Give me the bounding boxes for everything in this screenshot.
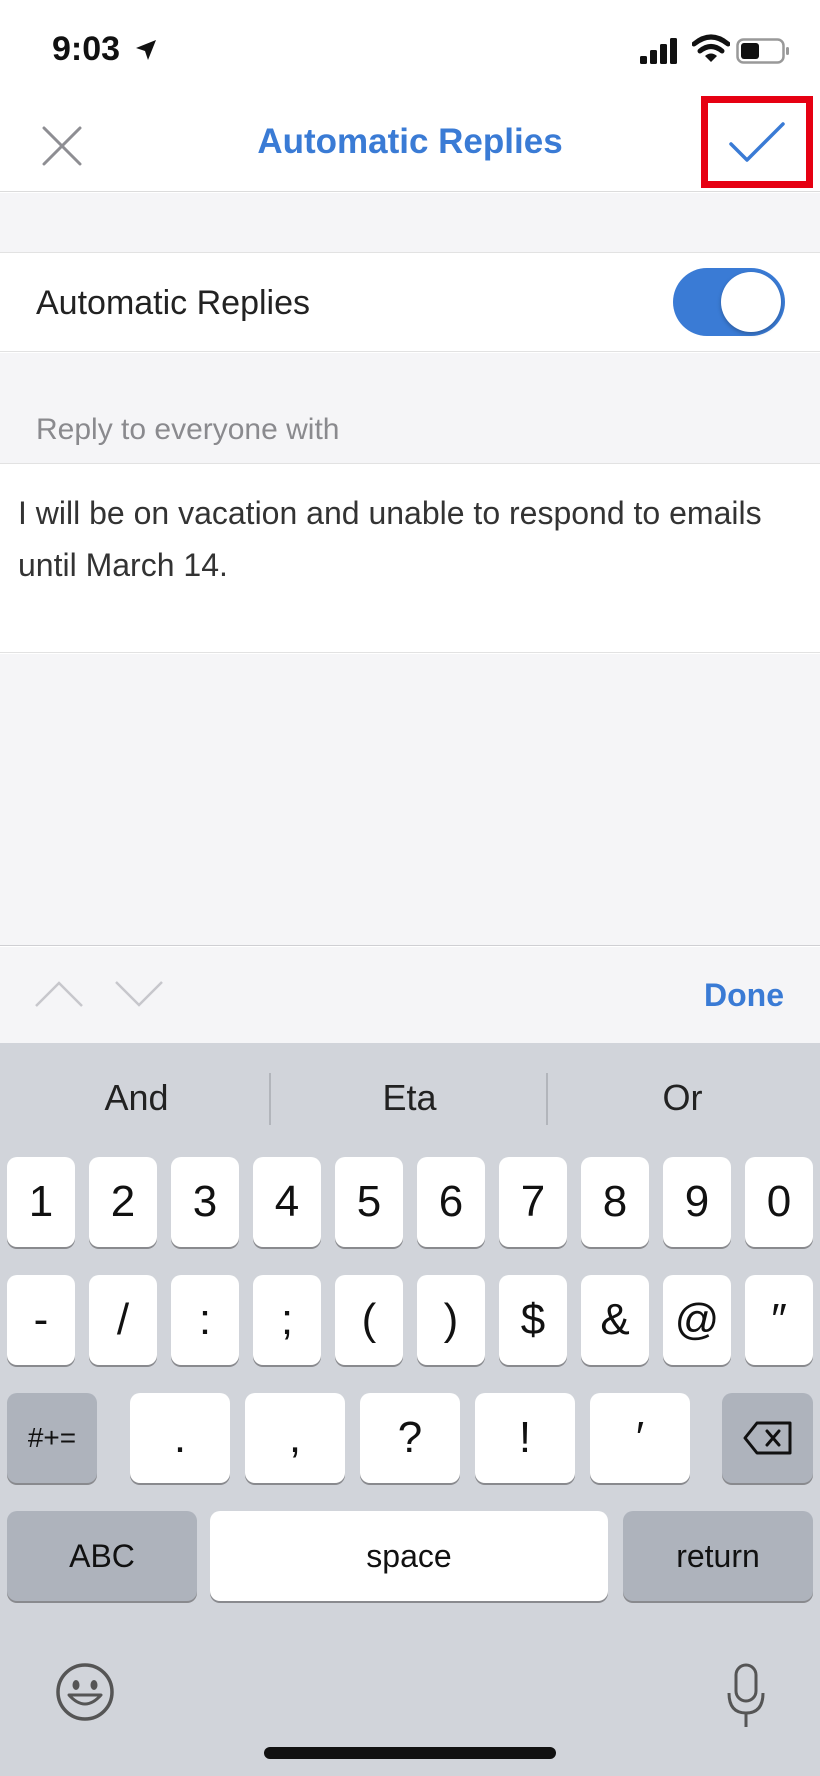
key-6[interactable]: 6 <box>417 1157 485 1247</box>
suggestion-bar: And Eta Or <box>0 1043 820 1157</box>
key-period[interactable]: . <box>130 1393 230 1483</box>
key-0[interactable]: 0 <box>745 1157 813 1247</box>
key-double-quote[interactable]: ″ <box>745 1275 813 1365</box>
section-header-area: Reply to everyone with <box>0 353 820 464</box>
section-header: Reply to everyone with <box>36 413 340 446</box>
key-hyphen[interactable]: - <box>7 1275 75 1365</box>
done-button[interactable]: Done <box>704 977 784 1014</box>
cellular-signal-icon <box>640 38 677 64</box>
key-apostrophe[interactable]: ′ <box>590 1393 690 1483</box>
keyboard-accessory-bar: Done <box>0 947 820 1043</box>
key-2[interactable]: 2 <box>89 1157 157 1247</box>
key-3[interactable]: 3 <box>171 1157 239 1247</box>
key-7[interactable]: 7 <box>499 1157 567 1247</box>
empty-area <box>0 654 820 946</box>
automatic-replies-row: Automatic Replies <box>0 254 820 352</box>
home-indicator <box>264 1747 556 1759</box>
return-key[interactable]: return <box>623 1511 813 1601</box>
wifi-icon <box>692 34 730 62</box>
status-time: 9:03 <box>52 30 121 68</box>
key-comma[interactable]: , <box>245 1393 345 1483</box>
key-9[interactable]: 9 <box>663 1157 731 1247</box>
suggestion-3[interactable]: Or <box>546 1077 819 1119</box>
key-open-paren[interactable]: ( <box>335 1275 403 1365</box>
page-title: Automatic Replies <box>257 122 563 161</box>
confirm-button[interactable] <box>701 96 813 188</box>
suggestion-2[interactable]: Eta <box>273 1077 546 1119</box>
microphone-icon[interactable] <box>726 1663 766 1729</box>
key-ampersand[interactable]: & <box>581 1275 649 1365</box>
emoji-icon[interactable] <box>54 1661 116 1723</box>
key-close-paren[interactable]: ) <box>417 1275 485 1365</box>
chevron-up-icon[interactable] <box>34 979 84 1009</box>
nav-bar: Automatic Replies <box>0 92 820 192</box>
key-question[interactable]: ? <box>360 1393 460 1483</box>
checkmark-icon <box>729 122 785 162</box>
key-4[interactable]: 4 <box>253 1157 321 1247</box>
suggestion-1[interactable]: And <box>0 1077 273 1119</box>
toggle-knob <box>721 272 781 332</box>
automatic-replies-label: Automatic Replies <box>36 284 311 322</box>
backspace-icon <box>743 1421 791 1455</box>
key-dollar[interactable]: $ <box>499 1275 567 1365</box>
suggestion-divider <box>269 1073 271 1125</box>
more-symbols-key[interactable]: #+= <box>7 1393 97 1483</box>
reply-message-input[interactable]: I will be on vacation and unable to resp… <box>0 465 820 653</box>
chevron-down-icon[interactable] <box>114 979 164 1009</box>
delete-key[interactable] <box>722 1393 813 1483</box>
abc-key[interactable]: ABC <box>7 1511 197 1601</box>
space-key[interactable]: space <box>210 1511 608 1601</box>
location-arrow-icon <box>136 40 156 60</box>
key-exclamation[interactable]: ! <box>475 1393 575 1483</box>
spacer <box>0 193 820 253</box>
key-colon[interactable]: : <box>171 1275 239 1365</box>
keyboard: And Eta Or 1 2 3 4 5 6 7 8 9 0 - / : ; (… <box>0 1043 820 1776</box>
key-at[interactable]: @ <box>663 1275 731 1365</box>
key-5[interactable]: 5 <box>335 1157 403 1247</box>
battery-icon <box>736 38 789 64</box>
key-slash[interactable]: / <box>89 1275 157 1365</box>
key-1[interactable]: 1 <box>7 1157 75 1247</box>
key-8[interactable]: 8 <box>581 1157 649 1247</box>
key-semicolon[interactable]: ; <box>253 1275 321 1365</box>
automatic-replies-toggle[interactable] <box>673 268 785 336</box>
status-bar: 9:03 <box>0 0 820 92</box>
